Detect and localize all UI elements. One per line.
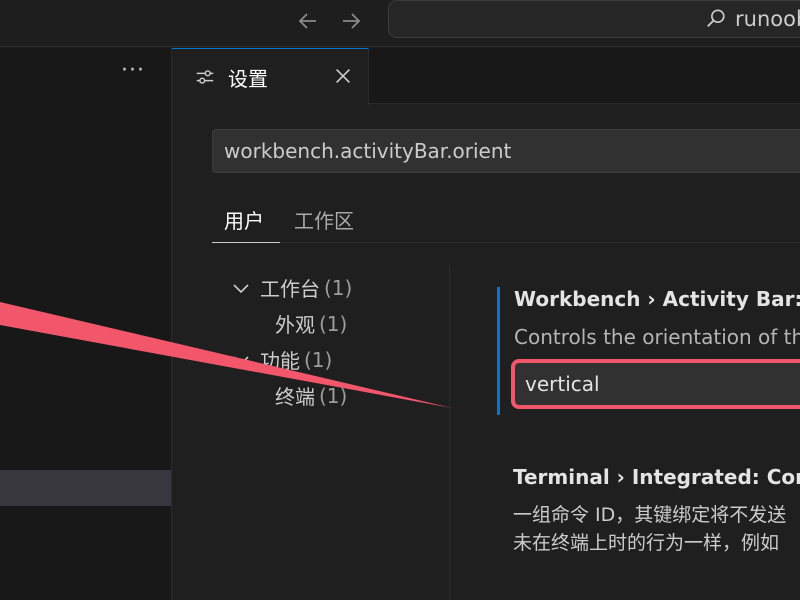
toc-item-appearance[interactable]: 外观 (1) [275, 309, 347, 338]
more-actions-icon[interactable]: ··· [121, 58, 145, 83]
toc-count: (1) [319, 311, 348, 336]
back-button[interactable] [293, 6, 323, 36]
editor-tab-bar: 设置 [172, 48, 800, 105]
settings-editor: 用户 工作区 工作台 (1) 外观 (1) 功能 (1) [172, 105, 800, 600]
toc-item-features[interactable]: 功能 (1) [232, 345, 332, 374]
forward-button[interactable] [336, 6, 366, 36]
dropdown-value: vertical [525, 372, 600, 396]
toc-label: 外观 [275, 313, 315, 337]
command-center[interactable]: runoob [388, 0, 800, 38]
tab-user[interactable]: 用户 [212, 201, 280, 243]
settings-search-input[interactable] [212, 129, 800, 173]
sidebar: ··· [0, 48, 172, 600]
setting-description-line: 未在终端上时的行为一样，例如 [513, 532, 780, 554]
sidebar-selected-row[interactable] [0, 470, 171, 506]
search-icon [707, 9, 725, 27]
title-bar: runoob [0, 0, 800, 47]
setting-terminal-commands: Terminal › Integrated: Comm 一组命令 ID，其键绑定… [497, 465, 800, 557]
vscode-window: runoob ··· 设置 用户 工作区 [0, 0, 800, 600]
chevron-down-icon [233, 283, 249, 293]
toc-count: (1) [324, 275, 353, 300]
setting-description: Controls the orientation of th [514, 325, 800, 349]
setting-activity-bar-orientation: Workbench › Activity Bar: O Controls the… [497, 287, 800, 415]
toc-count: (1) [319, 383, 348, 408]
tab-settings[interactable]: 设置 [172, 48, 369, 105]
toc-item-terminal[interactable]: 终端 (1) [275, 381, 347, 410]
setting-title: Terminal › Integrated: Comm [513, 465, 800, 489]
close-icon[interactable] [332, 65, 354, 87]
arrow-left-icon [298, 13, 316, 29]
toc-label: 工作台 [260, 277, 320, 301]
command-center-text: runoob [735, 7, 800, 31]
settings-toc: 工作台 (1) 外观 (1) 功能 (1) 终端 (1) [172, 265, 450, 600]
orientation-dropdown[interactable]: vertical [511, 359, 800, 409]
settings-scope-tabs: 用户 工作区 [212, 201, 800, 243]
settings-sliders-icon [196, 70, 214, 84]
toc-item-workbench[interactable]: 工作台 (1) [232, 273, 352, 302]
toc-label: 功能 [260, 349, 300, 373]
toc-label: 终端 [275, 385, 315, 409]
setting-title: Workbench › Activity Bar: O [514, 287, 800, 311]
toc-count: (1) [304, 347, 333, 372]
tab-workspace[interactable]: 工作区 [294, 201, 354, 243]
setting-description-line: 一组命令 ID，其键绑定将不发送 [513, 504, 787, 526]
tab-label: 设置 [228, 66, 268, 91]
chevron-down-icon [233, 355, 249, 365]
arrow-right-icon [343, 13, 361, 29]
